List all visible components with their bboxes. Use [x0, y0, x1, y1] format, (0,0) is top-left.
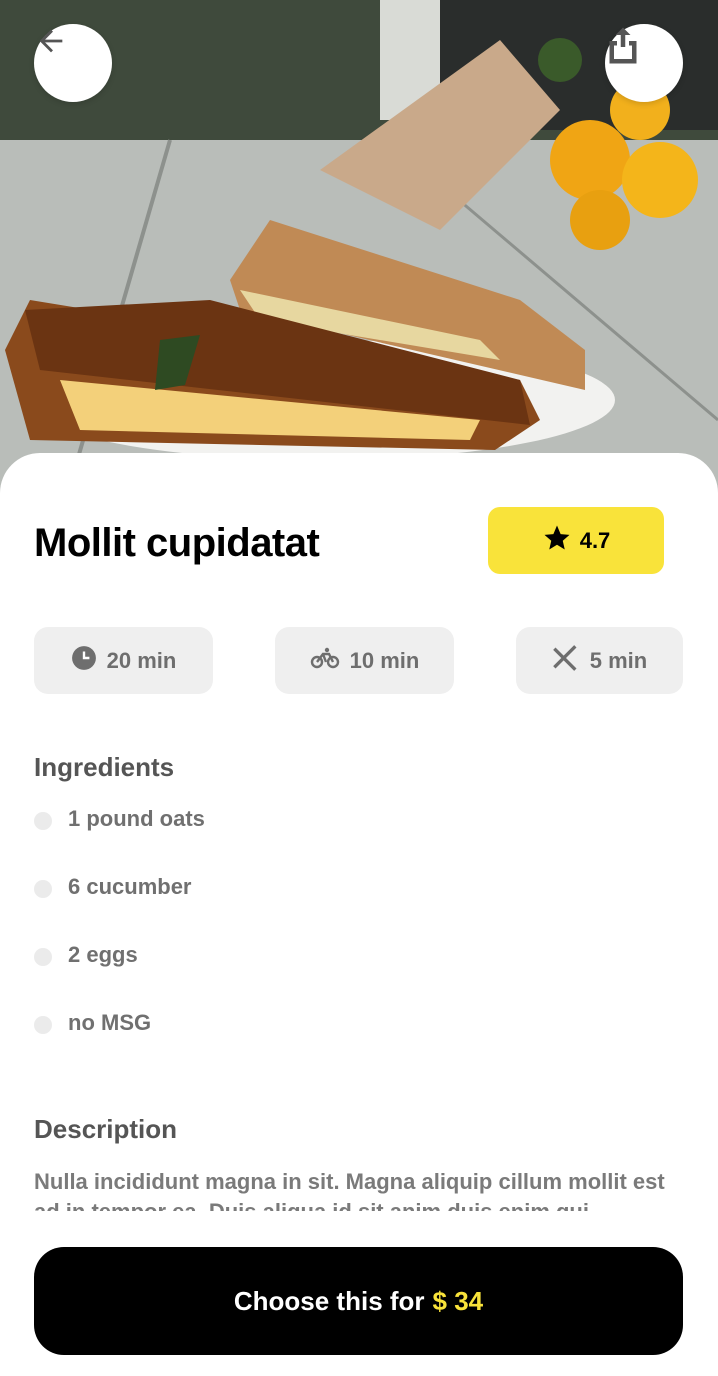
rating-badge: 4.7	[488, 507, 664, 574]
bullet-dot	[34, 948, 52, 966]
prep-time-label: 20 min	[106, 647, 177, 673]
bullet-dot	[34, 1016, 52, 1034]
clock-icon	[71, 645, 97, 677]
star-icon	[542, 523, 572, 559]
ingredient-label: 6 cucumber	[68, 874, 192, 899]
choose-button[interactable]: Choose this for $ 34	[34, 1247, 683, 1355]
choose-button-label: Choose this for	[233, 1285, 425, 1316]
cook-time-label: 5 min	[589, 647, 648, 673]
description-text: Nulla incididunt magna in sit. Magna ali…	[34, 1169, 665, 1211]
rating-value: 4.7	[579, 527, 611, 553]
hero-image	[0, 0, 718, 520]
prep-time-chip: 20 min	[34, 627, 213, 694]
bullet-dot	[34, 812, 52, 830]
ingredients-list: 1 pound oats 6 cucumber 2 eggs no MSG	[34, 806, 205, 1078]
bicycle-icon	[310, 645, 340, 677]
ingredient-item: 2 eggs	[34, 942, 205, 1010]
ingredient-label: 1 pound oats	[68, 806, 205, 831]
ingredient-item: no MSG	[34, 1010, 205, 1078]
recipe-title: Mollit cupidatat	[34, 521, 320, 565]
bullet-dot	[34, 880, 52, 898]
share-button[interactable]	[605, 24, 683, 102]
back-button[interactable]	[34, 24, 112, 102]
price-label: $ 34	[432, 1285, 484, 1316]
ingredient-label: 2 eggs	[68, 942, 138, 967]
description-heading: Description	[34, 1114, 178, 1144]
utensils-icon	[552, 644, 580, 678]
cook-time-chip: 5 min	[516, 627, 683, 694]
ingredients-heading: Ingredients	[34, 752, 175, 782]
delivery-time-chip: 10 min	[275, 627, 454, 694]
ingredient-item: 6 cucumber	[34, 874, 205, 942]
ingredient-label: no MSG	[68, 1010, 152, 1035]
delivery-time-label: 10 min	[349, 647, 420, 673]
ingredient-item: 1 pound oats	[34, 806, 205, 874]
